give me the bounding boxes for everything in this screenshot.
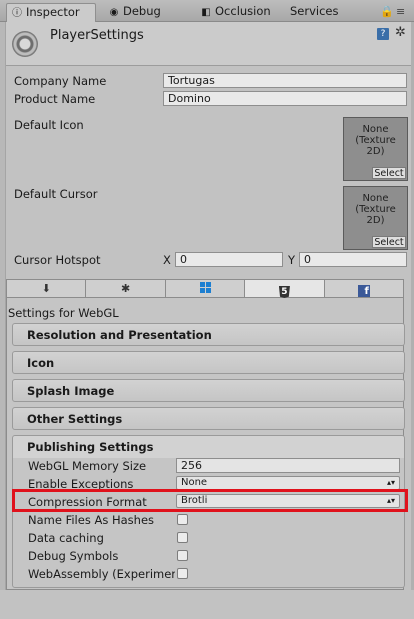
default-icon-slot[interactable]: None (Texture 2D) Select bbox=[343, 117, 408, 181]
debug-symbols-checkbox[interactable] bbox=[177, 550, 188, 561]
debug-icon: ◉ bbox=[109, 7, 119, 18]
webassembly-checkbox[interactable] bbox=[177, 568, 188, 579]
default-icon-slot-text: None (Texture 2D) bbox=[355, 124, 396, 157]
name-files-hashes-label: Name Files As Hashes bbox=[28, 513, 155, 527]
info-icon: ⓘ bbox=[12, 8, 22, 19]
lock-icon[interactable]: 🔒 bbox=[380, 5, 394, 18]
name-files-hashes-checkbox[interactable] bbox=[177, 514, 188, 525]
hotspot-x-label: X bbox=[163, 253, 171, 267]
exceptions-dropdown[interactable]: None ▴▾ bbox=[176, 476, 400, 490]
section-resolution[interactable]: Resolution and Presentation bbox=[12, 323, 405, 346]
default-icon-select-button[interactable]: Select bbox=[372, 167, 406, 179]
cursor-hotspot-label: Cursor Hotspot bbox=[14, 253, 101, 267]
default-cursor-select-button[interactable]: Select bbox=[372, 236, 406, 248]
window-tab-bar: ⓘ Inspector ◉ Debug ◧ Occlusion Services 🔒 … bbox=[0, 0, 414, 22]
platform-tabs: ⬇ ✱ 5 f bbox=[6, 279, 404, 298]
settings-for-label: Settings for WebGL bbox=[8, 306, 119, 320]
data-caching-label: Data caching bbox=[28, 531, 104, 545]
default-cursor-slot-text: None (Texture 2D) bbox=[355, 193, 396, 226]
exceptions-value: None bbox=[181, 477, 208, 488]
webassembly-label: WebAssembly (Experimer bbox=[28, 567, 175, 581]
inspector-header: PlayerSettings ? ✲ bbox=[6, 22, 411, 66]
page-title: PlayerSettings bbox=[50, 28, 144, 43]
company-name-label: Company Name bbox=[14, 74, 107, 88]
tab-facebook[interactable]: f bbox=[325, 280, 403, 297]
section-splash[interactable]: Splash Image bbox=[12, 379, 405, 402]
tab-windows[interactable] bbox=[166, 280, 246, 297]
tab-occlusion[interactable]: ◧ Occlusion bbox=[196, 3, 280, 22]
default-cursor-slot[interactable]: None (Texture 2D) Select bbox=[343, 186, 408, 250]
section-other[interactable]: Other Settings bbox=[12, 407, 405, 430]
debug-symbols-label: Debug Symbols bbox=[28, 549, 119, 563]
publishing-title: Publishing Settings bbox=[27, 440, 154, 454]
dropdown-arrow-icon: ▴▾ bbox=[386, 478, 395, 487]
player-settings-gear-icon bbox=[12, 31, 38, 57]
tab-services[interactable]: Services bbox=[286, 3, 356, 22]
tab-android[interactable]: ✱ bbox=[86, 280, 166, 297]
compression-highlight-box bbox=[12, 489, 408, 512]
tab-webgl[interactable]: 5 bbox=[245, 280, 325, 298]
product-name-label: Product Name bbox=[14, 92, 96, 106]
download-icon: ⬇ bbox=[41, 282, 51, 295]
help-icon[interactable]: ? bbox=[377, 28, 389, 40]
memory-size-label: WebGL Memory Size bbox=[28, 459, 147, 473]
default-icon-label: Default Icon bbox=[14, 118, 84, 132]
tab-inspector[interactable]: ⓘ Inspector bbox=[6, 3, 96, 22]
settings-gear-icon[interactable]: ✲ bbox=[395, 25, 406, 40]
android-icon: ✱ bbox=[121, 282, 131, 295]
facebook-icon: f bbox=[357, 285, 370, 297]
company-name-field[interactable]: Tortugas bbox=[163, 73, 407, 88]
occlusion-icon: ◧ bbox=[201, 7, 211, 18]
product-name-field[interactable]: Domino bbox=[163, 91, 407, 106]
memory-size-field[interactable]: 256 bbox=[176, 458, 400, 473]
hotspot-x-field[interactable]: 0 bbox=[175, 252, 283, 267]
html5-icon: 5 bbox=[278, 286, 290, 298]
hotspot-y-label: Y bbox=[288, 253, 296, 267]
menu-icon[interactable]: ≡ bbox=[396, 5, 405, 18]
windows-icon bbox=[199, 282, 211, 293]
tab-standalone[interactable]: ⬇ bbox=[7, 280, 87, 297]
bottom-area bbox=[0, 590, 414, 619]
tab-debug[interactable]: ◉ Debug bbox=[104, 3, 184, 22]
default-cursor-label: Default Cursor bbox=[14, 187, 98, 201]
hotspot-y-field[interactable]: 0 bbox=[299, 252, 407, 267]
data-caching-checkbox[interactable] bbox=[177, 532, 188, 543]
section-icon[interactable]: Icon bbox=[12, 351, 405, 374]
